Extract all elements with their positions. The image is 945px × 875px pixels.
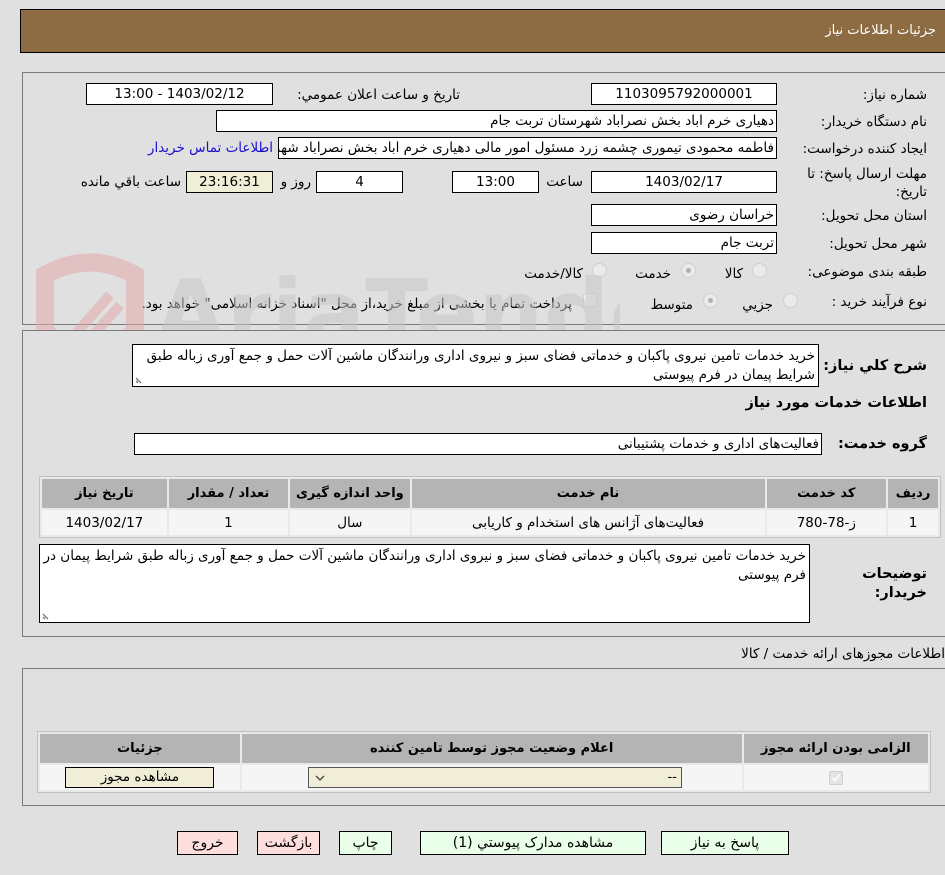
cell-quantity: 1 <box>168 510 289 535</box>
cell-service-code: ز-78-780 <box>766 510 887 535</box>
print-button[interactable]: چاپ <box>339 831 392 855</box>
col-need-date: تاریخ نیاز <box>42 479 167 508</box>
service-group-field: فعالیت‌های اداری و خدمات پشتیبانی <box>134 433 822 455</box>
city-label: شهر محل تحویل: <box>829 236 927 252</box>
cell-row-number: 1 <box>888 510 938 535</box>
page-title: جزئیات اطلاعات نیاز <box>825 23 936 38</box>
cell-permit-details: مشاهده مجوز <box>40 765 240 790</box>
category-option-goods: کالا <box>724 266 743 282</box>
cell-unit: سال <box>290 510 410 535</box>
services-section-title: اطلاعات خدمات مورد نیاز <box>745 395 927 411</box>
province-label: استان محل تحویل: <box>821 208 927 224</box>
permits-section-title: اطلاعات مجوزهای ارائه خدمت / کالا <box>741 646 945 662</box>
permits-table: الزامی بودن ارائه مجوز اعلام وضعیت مجوز … <box>37 731 931 793</box>
deadline-label: مهلت ارسال پاسخ: تا تاریخ: <box>807 166 927 200</box>
cell-need-date: 1403/02/17 <box>42 510 167 535</box>
permit-status-value: -- <box>667 770 677 785</box>
need-number-label: شماره نیاز: <box>862 87 927 103</box>
description-label: شرح کلي نياز: <box>823 358 927 374</box>
services-table: ردیف کد خدمت نام خدمت واحد اندازه گیری ت… <box>39 476 941 538</box>
process-option-medium: متوسط <box>650 297 693 313</box>
category-option-service: خدمت <box>635 266 671 282</box>
description-textarea[interactable]: خرید خدمات تامین نیروی پاکبان و خدماتی ف… <box>132 344 819 387</box>
buyer-notes-textarea[interactable]: خرید خدمات تامین نیروی پاکبان و خدماتی ف… <box>39 544 810 623</box>
requester-field: فاطمه محمودی تیموری چشمه زرد مسئول امور … <box>278 137 777 159</box>
table-row: 1 ز-78-780 فعالیت‌های آژانس های استخدام … <box>42 510 938 535</box>
treasury-note: پرداخت تمام یا بخشی از مبلغ خرید،از محل … <box>141 296 572 312</box>
table-row: -- مشاهده مجوز <box>40 765 928 790</box>
requester-label: ایجاد کننده درخواست: <box>802 141 927 157</box>
col-row-number: ردیف <box>888 479 938 508</box>
city-field: تربت جام <box>591 232 777 254</box>
days-label: روز و <box>280 174 311 190</box>
services-table-header: ردیف کد خدمت نام خدمت واحد اندازه گیری ت… <box>42 479 938 508</box>
buyer-notes-text: خرید خدمات تامین نیروی پاکبان و خدماتی ف… <box>43 548 806 583</box>
col-permit-details: جزئیات <box>40 734 240 763</box>
deadline-date-field: 1403/02/17 <box>591 171 777 193</box>
chevron-down-icon <box>315 775 325 781</box>
cell-permit-status: -- <box>241 765 742 790</box>
buyer-org-field: دهیاری خرم اباد بخش نصراباد شهرستان تربت… <box>216 110 777 132</box>
exit-button[interactable]: خروج <box>177 831 238 855</box>
announce-datetime-field: 1403/02/12 - 13:00 <box>86 83 273 105</box>
buyer-notes-label: توضیحات خریدار: <box>862 566 927 601</box>
resize-grip-icon[interactable] <box>42 611 51 620</box>
back-button[interactable]: بازگشت <box>257 831 320 855</box>
time-remaining-field: 23:16:31 <box>186 171 273 193</box>
deadline-time-field: 13:00 <box>452 171 539 193</box>
buyer-org-label: نام دستگاه خريدار: <box>820 114 927 130</box>
col-permit-status: اعلام وضعیت مجوز توسط تامین کننده <box>241 734 742 763</box>
deadline-time-label: ساعت <box>546 174 583 190</box>
process-type-label: نوع فرآیند خرید : <box>831 294 927 310</box>
permit-status-select[interactable]: -- <box>307 767 682 788</box>
col-service-name: نام خدمت <box>411 479 765 508</box>
col-unit: واحد اندازه گیری <box>290 479 410 508</box>
resize-grip-icon[interactable] <box>135 375 144 384</box>
cell-permit-required <box>743 765 928 790</box>
process-option-minor: جزيي <box>742 297 773 313</box>
cell-service-name: فعالیت‌های آژانس های استخدام و کاریابی <box>411 510 765 535</box>
process-radio-medium[interactable] <box>703 293 718 308</box>
respond-button[interactable]: پاسخ به نیاز <box>661 831 789 855</box>
col-service-code: کد خدمت <box>766 479 887 508</box>
view-permit-button[interactable]: مشاهده مجوز <box>65 767 215 788</box>
service-group-label: گروه خدمت: <box>837 436 927 452</box>
time-remaining-label: ساعت باقي مانده <box>80 174 181 190</box>
category-radio-goods[interactable] <box>752 263 767 278</box>
description-text: خرید خدمات تامین نیروی پاکبان و خدماتی ف… <box>146 348 815 383</box>
page-header: جزئیات اطلاعات نیاز <box>20 9 945 53</box>
col-permit-required: الزامی بودن ارائه مجوز <box>743 734 928 763</box>
announce-datetime-label: تاریخ و ساعت اعلان عمومي: <box>297 87 460 103</box>
col-quantity: تعداد / مقدار <box>168 479 289 508</box>
treasury-checkbox[interactable] <box>583 293 597 307</box>
category-option-goods-service: کالا/خدمت <box>524 266 583 282</box>
buyer-contact-link[interactable]: اطلاعات تماس خریدار <box>148 140 273 156</box>
category-radio-service[interactable] <box>681 263 696 278</box>
category-label: طبقه بندی موضوعی: <box>807 264 927 280</box>
need-number-field: 1103095792000001 <box>591 83 777 105</box>
process-radio-minor[interactable] <box>783 293 798 308</box>
permits-table-header: الزامی بودن ارائه مجوز اعلام وضعیت مجوز … <box>40 734 928 763</box>
checkmark-icon <box>831 773 840 782</box>
permit-required-checkbox[interactable] <box>828 770 843 785</box>
view-attachments-button[interactable]: مشاهده مدارک پیوستي (1) <box>420 831 646 855</box>
category-radio-goods-service[interactable] <box>592 263 607 278</box>
days-remaining-field: 4 <box>316 171 403 193</box>
province-field: خراسان رضوی <box>591 204 777 226</box>
